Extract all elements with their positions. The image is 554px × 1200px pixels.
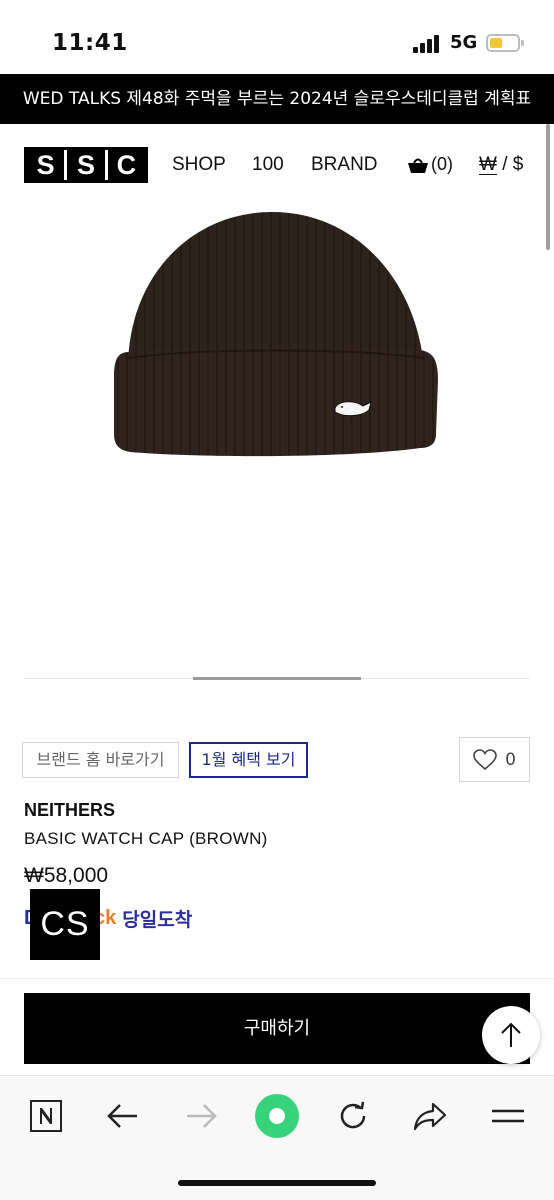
currency-switch[interactable]: ₩ / $: [479, 154, 523, 176]
buy-button[interactable]: 구매하기: [24, 993, 530, 1064]
reload-button[interactable]: [333, 1096, 373, 1136]
naver-home-button[interactable]: [26, 1096, 66, 1136]
home-indicator[interactable]: [178, 1180, 376, 1186]
section-divider: [0, 978, 554, 979]
cart-icon: [408, 158, 428, 173]
naver-icon: [30, 1100, 62, 1132]
status-bar: 11:41 5G: [0, 0, 554, 74]
currency-usd[interactable]: $: [513, 154, 524, 175]
logo-letter: C: [107, 150, 145, 180]
cart-count: (0): [431, 154, 453, 174]
product-image[interactable]: [0, 208, 554, 670]
currency-separator: /: [496, 154, 513, 175]
announcement-banner[interactable]: WED TALKS 제48화 주먹을 부르는 2024년 슬로우스테디클럽 계획…: [0, 74, 554, 124]
like-button[interactable]: 0: [459, 737, 530, 782]
scroll-top-button[interactable]: [482, 1006, 540, 1064]
forward-icon: [187, 1104, 217, 1128]
status-time: 11:41: [52, 30, 128, 56]
site-header: S S C SHOP 100 BRAND (0) ₩ / $: [0, 124, 554, 208]
brand-home-button[interactable]: 브랜드 홈 바로가기: [22, 742, 179, 778]
forward-button[interactable]: [181, 1096, 221, 1136]
logo-letter: S: [27, 150, 68, 180]
product-brand[interactable]: NEITHERS: [24, 800, 115, 821]
monthly-benefit-button[interactable]: 1월 혜택 보기: [189, 742, 308, 778]
carousel-indicator[interactable]: [193, 677, 361, 680]
cs-watermark: CS: [30, 889, 100, 960]
battery-icon: [486, 34, 524, 52]
back-button[interactable]: [103, 1096, 143, 1136]
network-label: 5G: [450, 32, 478, 53]
signal-icon: [413, 35, 443, 53]
back-icon: [107, 1104, 137, 1128]
product-price: ₩58,000: [24, 864, 109, 887]
cart-button[interactable]: (0): [407, 154, 453, 175]
reload-icon: [340, 1101, 366, 1129]
currency-won[interactable]: ₩: [479, 154, 497, 175]
menu-icon: [492, 1109, 524, 1123]
green-dot-button[interactable]: [254, 1093, 300, 1139]
delivery-label: 당일도착: [122, 908, 193, 931]
nav-brand[interactable]: BRAND: [311, 154, 378, 176]
arrow-up-icon: [501, 1022, 521, 1047]
menu-button[interactable]: [488, 1096, 528, 1136]
beanie-image: [114, 212, 438, 457]
share-button[interactable]: [410, 1096, 450, 1136]
green-dot-icon: [255, 1094, 299, 1138]
heart-icon: [473, 748, 497, 770]
ssc-logo[interactable]: S S C: [24, 147, 148, 183]
nav-100[interactable]: 100: [252, 154, 284, 176]
nav-shop[interactable]: SHOP: [172, 154, 226, 176]
like-count: 0: [505, 749, 516, 770]
share-icon: [413, 1102, 447, 1131]
logo-letter: S: [67, 150, 108, 180]
product-name: BASIC WATCH CAP (BROWN): [24, 829, 268, 848]
